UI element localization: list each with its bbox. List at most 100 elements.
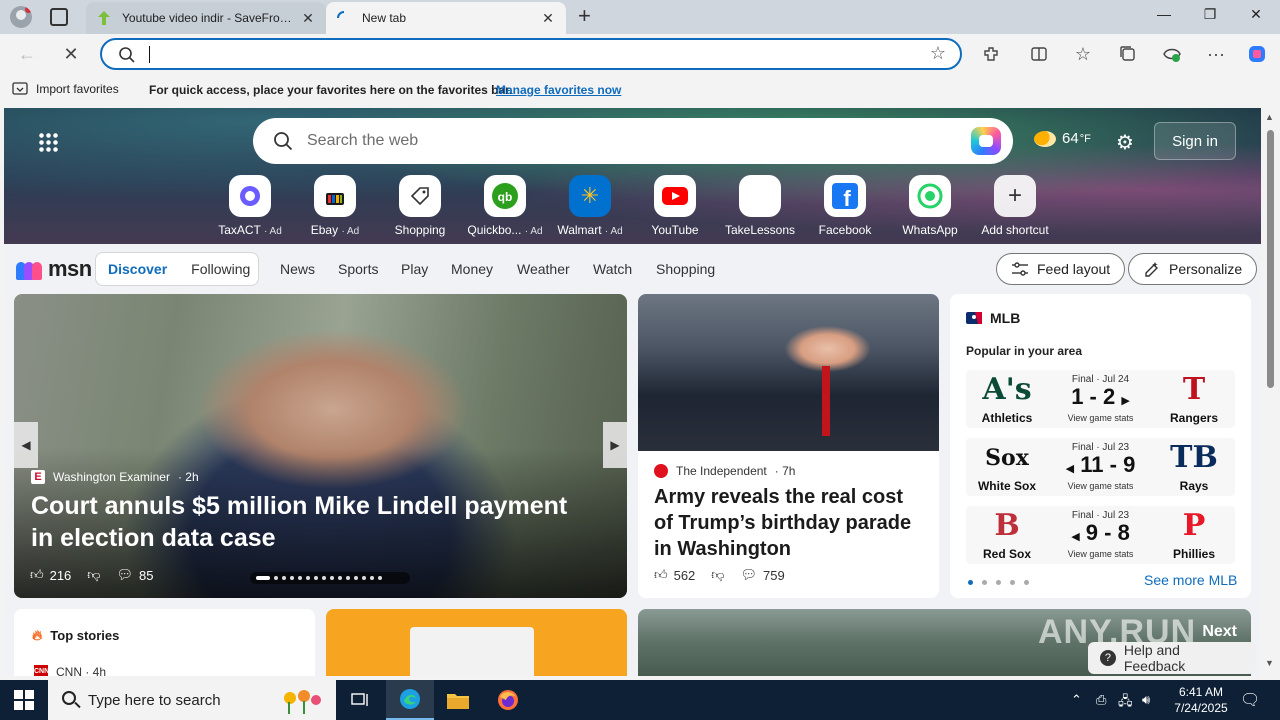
nav-shopping[interactable]: Shopping — [656, 261, 715, 277]
show-hidden-icons-icon[interactable]: ⌃ — [1071, 692, 1082, 708]
shortcut-shopping[interactable]: Shopping — [375, 175, 465, 237]
close-window-icon[interactable]: ✕ — [1246, 6, 1266, 23]
view-game-stats-link[interactable]: View game stats — [1048, 549, 1153, 559]
top-stories-title: Top stories — [50, 628, 120, 643]
volume-icon[interactable]: 🔊︎ — [1142, 692, 1150, 708]
msn-logo[interactable]: msn — [16, 256, 92, 282]
walmart-icon: ✳ — [569, 175, 611, 217]
shortcut-youtube[interactable]: YouTube — [630, 175, 720, 237]
firefox-icon[interactable] — [484, 680, 532, 720]
game-row[interactable]: A's Athletics Final · Jul 24 1 - 2 ▶ Vie… — [966, 370, 1235, 428]
view-game-stats-link[interactable]: View game stats — [1048, 413, 1153, 423]
scroll-up-icon[interactable]: ▲ — [1265, 112, 1274, 122]
profile-avatar[interactable] — [10, 6, 32, 28]
view-game-stats-link[interactable]: View game stats — [1048, 481, 1153, 491]
help-feedback-button[interactable]: ? Help and Feedback — [1088, 642, 1256, 674]
whatsapp-icon — [909, 175, 951, 217]
tab-actions-icon[interactable] — [50, 8, 68, 26]
game-row[interactable]: Sox White Sox Final · Jul 23 ◀ 11 - 9 Vi… — [966, 438, 1235, 496]
tab-savefrom[interactable]: Youtube video indir - SaveFrom.net ✕ — [86, 2, 326, 34]
split-screen-icon[interactable] — [1028, 43, 1050, 65]
shortcut-whatsapp[interactable]: WhatsApp — [885, 175, 975, 237]
scroll-down-icon[interactable]: ▼ — [1265, 658, 1274, 668]
tab-new-tab[interactable]: New tab ✕ — [326, 2, 566, 34]
tab-following[interactable]: Following — [179, 261, 262, 277]
dislike-button[interactable]: 👎︎ — [87, 567, 100, 583]
browser-essentials-icon[interactable] — [1161, 43, 1183, 65]
story-headline[interactable]: Court annuls $5 million Mike Lindell pay… — [31, 490, 591, 554]
back-arrow-icon[interactable]: ← — [16, 43, 38, 65]
mlb-pagination[interactable] — [968, 580, 1029, 585]
tab-discover[interactable]: Discover — [96, 261, 179, 277]
extensions-icon[interactable] — [980, 43, 1002, 65]
device-icon[interactable]: ⎙ — [1096, 692, 1106, 708]
nav-sports[interactable]: Sports — [338, 261, 378, 277]
nav-watch[interactable]: Watch — [593, 261, 632, 277]
restore-icon[interactable]: ❐ — [1200, 6, 1220, 23]
network-icon[interactable]: 🖧︎ — [1118, 692, 1133, 714]
file-explorer-icon[interactable] — [434, 680, 482, 720]
search-icon — [62, 691, 76, 705]
apps-launcher-icon[interactable] — [38, 132, 58, 152]
taskbar-search-placeholder: Type here to search — [88, 691, 221, 709]
phillies-logo-icon: P — [1182, 508, 1206, 543]
shortcut-label: Quickbo... — [467, 223, 522, 237]
settings-gear-icon[interactable]: ⚙ — [1116, 130, 1134, 155]
import-favorites-button[interactable]: Import favorites — [12, 82, 119, 96]
comments-button[interactable]: 💬︎ 85 — [117, 567, 154, 583]
story-card-independent[interactable]: The Independent · 7h Army reveals the re… — [638, 294, 939, 598]
see-more-mlb-link[interactable]: See more MLB — [1144, 572, 1237, 588]
sign-in-button[interactable]: Sign in — [1154, 122, 1236, 160]
shortcut-taxact[interactable]: TaxACT · Ad — [205, 175, 295, 237]
task-view-icon[interactable] — [336, 680, 384, 720]
feed-layout-button[interactable]: Feed layout — [996, 253, 1126, 285]
notifications-icon[interactable]: 🗨︎ — [1240, 690, 1260, 710]
shortcut-takelessons[interactable]: TakeLessons — [715, 175, 805, 237]
favorites-icon[interactable]: ☆ — [1072, 43, 1094, 65]
more-options-icon[interactable]: ··· — [1205, 43, 1227, 65]
personalize-label: Personalize — [1169, 261, 1243, 277]
nav-news[interactable]: News — [280, 261, 315, 277]
like-button[interactable]: 👍︎ 562 — [654, 567, 695, 583]
favorite-star-icon[interactable]: ☆ — [930, 43, 946, 64]
new-tab-plus-icon[interactable]: + — [578, 5, 591, 27]
edge-taskbar-icon[interactable] — [386, 680, 434, 720]
like-button[interactable]: 👍︎ 216 — [30, 567, 71, 583]
copilot-icon[interactable] — [1246, 43, 1268, 65]
manage-favorites-link[interactable]: Manage favorites now — [496, 83, 621, 97]
add-shortcut-button[interactable]: + Add shortcut — [970, 175, 1060, 237]
collections-icon[interactable] — [1117, 43, 1139, 65]
minimize-icon[interactable]: — — [1154, 6, 1174, 22]
hero-story-card[interactable]: ◀ ▶ E Washington Examiner · 2h Court ann… — [14, 294, 627, 598]
shortcut-quickbooks[interactable]: qb Quickbo... · Ad — [460, 175, 550, 237]
taskbar-search-box[interactable]: Type here to search — [48, 680, 336, 720]
carousel-prev-icon[interactable]: ◀ — [14, 422, 38, 468]
nav-weather[interactable]: Weather — [517, 261, 570, 277]
shortcut-facebook[interactable]: f Facebook — [800, 175, 890, 237]
comments-button[interactable]: 💬︎ 759 — [741, 567, 785, 583]
promo-card[interactable] — [326, 609, 627, 676]
scroll-thumb[interactable] — [1267, 130, 1274, 388]
nav-money[interactable]: Money — [451, 261, 493, 277]
copilot-search-icon[interactable] — [971, 127, 1001, 155]
page-scrollbar[interactable]: ▲ ▼ — [1261, 108, 1280, 676]
personalize-button[interactable]: Personalize — [1128, 253, 1258, 285]
story-headline[interactable]: Army reveals the real cost of Trump’s bi… — [654, 484, 924, 562]
weather-widget[interactable]: 64 °F — [1034, 130, 1091, 147]
address-bar[interactable]: ☆ — [100, 38, 962, 70]
shortcut-ebay[interactable]: Ebay · Ad — [290, 175, 380, 237]
stop-loading-icon[interactable]: ✕ — [60, 43, 82, 65]
close-tab-icon[interactable]: ✕ — [300, 10, 316, 27]
dislike-button[interactable]: 👎︎ — [711, 567, 724, 583]
web-search-box[interactable]: Search the web — [253, 118, 1013, 164]
nav-play[interactable]: Play — [401, 261, 428, 277]
game-row[interactable]: B Red Sox Final · Jul 23 ◀ 9 - 8 View ga… — [966, 506, 1235, 564]
system-clock[interactable]: 6:41 AM 7/24/2025 — [1166, 684, 1236, 716]
shortcut-walmart[interactable]: ✳ Walmart · Ad — [545, 175, 635, 237]
windows-start-icon[interactable] — [14, 690, 34, 710]
close-tab-icon[interactable]: ✕ — [540, 10, 556, 27]
next-label[interactable]: Next — [1202, 623, 1237, 641]
mlb-header[interactable]: MLB — [966, 310, 1020, 326]
carousel-next-icon[interactable]: ▶ — [603, 422, 627, 468]
top-stories-header[interactable]: 🔥︎ Top stories — [32, 627, 119, 644]
